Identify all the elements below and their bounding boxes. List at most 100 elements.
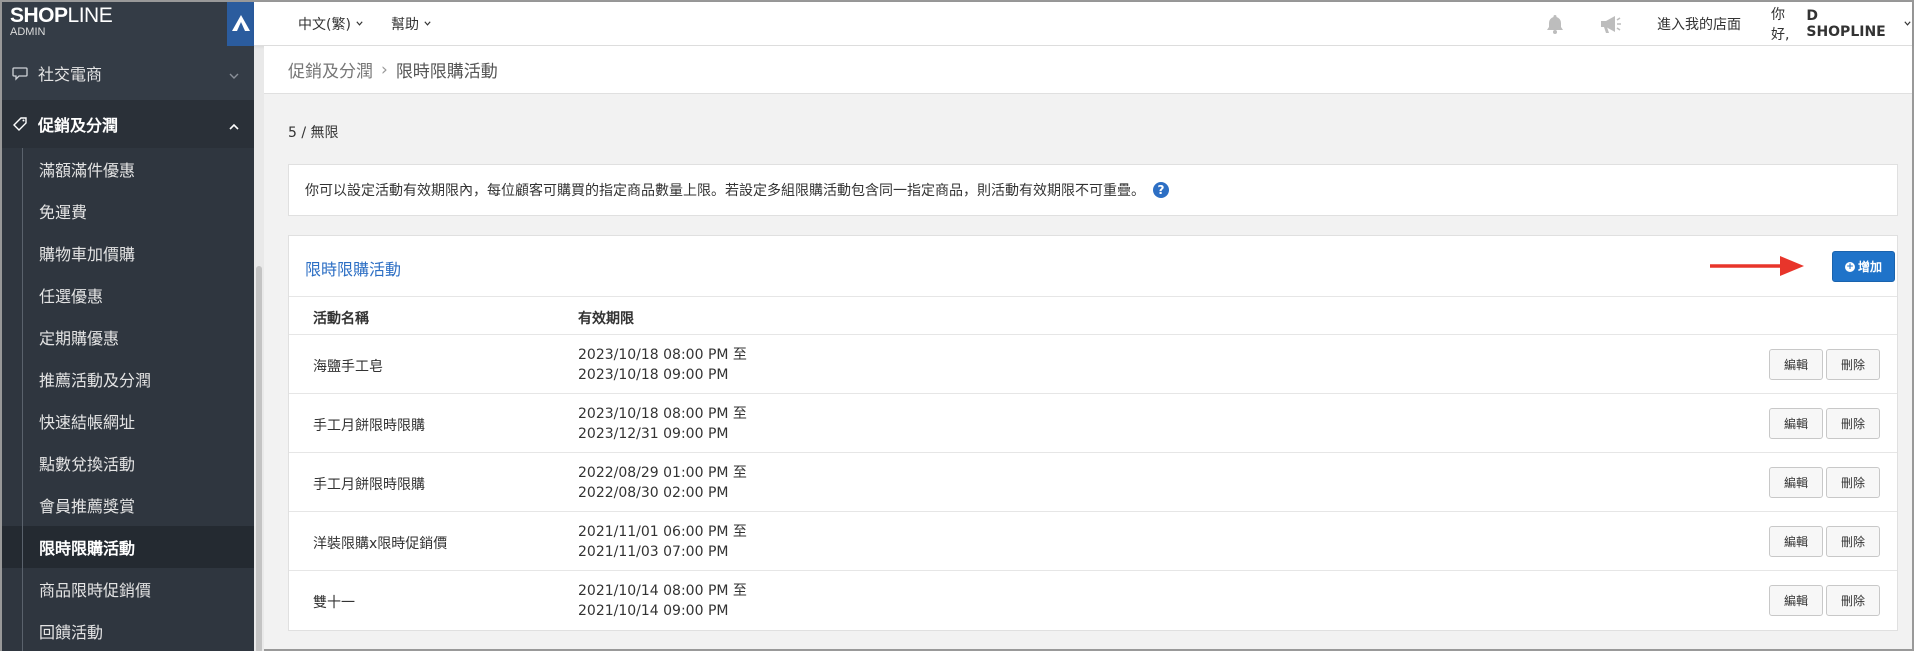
breadcrumb-separator-icon: › [381, 59, 388, 80]
table-row: 洋裝限購x限時促銷價 2021/11/01 06:00 PM 至 2021/11/… [289, 512, 1897, 571]
sidebar-item-member-referral[interactable]: 會員推薦獎賞 [2, 484, 254, 526]
edit-button[interactable]: 編輯 [1769, 467, 1823, 498]
shopline-logo[interactable]: SHOPLINE ADMIN [10, 4, 113, 38]
sidebar-item-threshold-discount[interactable]: 滿額滿件優惠 [2, 148, 254, 190]
sidebar-item-label: 任選優惠 [39, 287, 104, 306]
campaign-name: 手工月餅限時限購 [313, 477, 425, 493]
breadcrumb: 促銷及分潤 › 限時限購活動 [264, 46, 1912, 94]
sidebar-item-express-checkout[interactable]: 快速結帳網址 [2, 400, 254, 442]
sidebar-item-label: 會員推薦獎賞 [39, 497, 136, 516]
user-name: D SHOPLINE [1806, 8, 1886, 40]
table-row: 雙十一 2021/10/14 08:00 PM 至 2021/10/14 09:0… [289, 571, 1897, 630]
sidebar-item-cart-addon[interactable]: 購物車加價購 [2, 232, 254, 274]
edit-button[interactable]: 編輯 [1769, 408, 1823, 439]
chevron-down-icon [228, 67, 240, 86]
chevron-down-icon [1903, 16, 1912, 32]
campaign-quota: 5 / 無限 [288, 125, 339, 141]
period-end: 2022/08/30 02:00 PM [578, 485, 729, 501]
period-end: 2021/10/14 09:00 PM [578, 603, 729, 619]
chevron-up-icon [228, 118, 240, 137]
edit-button[interactable]: 編輯 [1769, 526, 1823, 557]
bell-icon[interactable] [1544, 13, 1566, 39]
column-header-name: 活動名稱 [313, 311, 369, 327]
edit-button[interactable]: 編輯 [1769, 349, 1823, 380]
chevron-down-icon [423, 16, 432, 32]
table-row: 海鹽手工皂 2023/10/18 08:00 PM 至 2023/10/18 09… [289, 335, 1897, 394]
panel-header: 限時限購活動 + 增加 [289, 236, 1897, 297]
top-bar: 中文(繁) 幫助 進入我的店面 你好, D SHOPLINE [254, 2, 1912, 46]
sidebar-item-label: 推薦活動及分潤 [39, 371, 152, 390]
add-button-label: 增加 [1857, 260, 1882, 274]
delete-button[interactable]: 刪除 [1826, 585, 1880, 616]
table-header: 活動名稱 有效期限 [289, 297, 1897, 335]
sidebar-item-label: 點數兌換活動 [39, 455, 136, 474]
campaign-period: 2021/10/14 08:00 PM 至 2021/10/14 09:00 PM [578, 581, 747, 621]
language-dropdown[interactable]: 中文(繁) [298, 2, 364, 46]
breadcrumb-parent-link[interactable]: 促銷及分潤 [288, 57, 373, 82]
sidebar-item-label: 免運費 [39, 203, 88, 222]
question-help-icon[interactable]: ? [1153, 182, 1169, 198]
chevron-down-icon [355, 16, 364, 32]
delete-button[interactable]: 刪除 [1826, 467, 1880, 498]
enter-store-label: 進入我的店面 [1657, 17, 1741, 33]
sidebar-item-subscription-discount[interactable]: 定期購優惠 [2, 316, 254, 358]
sidebar-item-limited-purchase[interactable]: 限時限購活動 [2, 526, 254, 568]
campaign-period: 2022/08/29 01:00 PM 至 2022/08/30 02:00 PM [578, 463, 747, 503]
sidebar-item-label: 限時限購活動 [39, 539, 136, 558]
logo-brand-bold: SHOP [10, 4, 68, 27]
sidebar-item-referral-commission[interactable]: 推薦活動及分潤 [2, 358, 254, 400]
sidebar-item-flash-price[interactable]: 商品限時促銷價 [2, 568, 254, 610]
main-content: 促銷及分潤 › 限時限購活動 5 / 無限 你可以設定活動有效期限內，每位顧客可… [264, 46, 1912, 649]
sidebar-item-label: 滿額滿件優惠 [39, 161, 136, 180]
sidebar: SHOPLINE ADMIN 社交電商 促銷及分潤 滿額滿件優惠 免運費 購物車… [2, 2, 254, 651]
sidebar-item-bundle-pricing[interactable]: 任選優惠 [2, 274, 254, 316]
campaign-name: 手工月餅限時限購 [313, 418, 425, 434]
campaign-period: 2021/11/01 06:00 PM 至 2021/11/03 07:00 PM [578, 522, 747, 562]
period-end: 2021/11/03 07:00 PM [578, 544, 729, 560]
help-label: 幫助 [391, 17, 419, 33]
sidebar-item-rebate-campaign[interactable]: 回饋活動 [2, 610, 254, 651]
campaign-period: 2023/10/18 08:00 PM 至 2023/12/31 09:00 PM [578, 404, 747, 444]
table-row: 手工月餅限時限購 2022/08/29 01:00 PM 至 2022/08/30… [289, 453, 1897, 512]
column-header-period: 有效期限 [578, 311, 634, 327]
megaphone-icon[interactable] [1598, 13, 1622, 39]
campaign-name: 海鹽手工皂 [313, 359, 383, 375]
delete-button[interactable]: 刪除 [1826, 349, 1880, 380]
sidebar-item-free-shipping[interactable]: 免運費 [2, 190, 254, 232]
sidebar-section-promotions[interactable]: 促銷及分潤 [2, 100, 254, 148]
limited-purchase-panel: 限時限購活動 + 增加 活動名稱 有效期限 海鹽手工皂 2023/10/18 0… [288, 235, 1898, 631]
table-row: 手工月餅限時限購 2023/10/18 08:00 PM 至 2023/12/31… [289, 394, 1897, 453]
plus-circle-icon: + [1844, 261, 1855, 272]
greeting-prefix: 你好, [1771, 7, 1790, 43]
sidebar-item-label: 商品限時促銷價 [39, 581, 152, 600]
chat-bubble-icon [12, 65, 28, 81]
logo-brand-light: LINE [67, 4, 113, 27]
sidebar-item-points-redemption[interactable]: 點數兌換活動 [2, 442, 254, 484]
sidebar-item-label: 快速結帳網址 [39, 413, 136, 432]
campaign-name: 雙十一 [313, 595, 355, 611]
period-start: 2021/11/01 06:00 PM 至 [578, 524, 747, 540]
delete-button[interactable]: 刪除 [1826, 526, 1880, 557]
sidebar-section-label: 社交電商 [38, 65, 103, 84]
period-start: 2023/10/18 08:00 PM 至 [578, 347, 747, 363]
sidebar-section-social-commerce[interactable]: 社交電商 [2, 46, 254, 100]
user-menu[interactable]: 你好, D SHOPLINE [1771, 2, 1912, 46]
scrollbar-thumb[interactable] [256, 266, 262, 651]
sidebar-promotions-list: 滿額滿件優惠 免運費 購物車加價購 任選優惠 定期購優惠 推薦活動及分潤 快速結… [2, 148, 254, 651]
sidebar-section-label: 促銷及分潤 [38, 116, 119, 135]
sidebar-item-label: 購物車加價購 [39, 245, 136, 264]
breadcrumb-current: 限時限購活動 [395, 62, 498, 82]
period-end: 2023/10/18 09:00 PM [578, 367, 729, 383]
period-end: 2023/12/31 09:00 PM [578, 426, 729, 442]
add-campaign-button[interactable]: + 增加 [1832, 251, 1895, 282]
mountain-logo-icon[interactable] [227, 2, 254, 46]
sidebar-scrollbar[interactable] [254, 46, 264, 651]
edit-button[interactable]: 編輯 [1769, 585, 1823, 616]
period-start: 2023/10/18 08:00 PM 至 [578, 406, 747, 422]
info-text: 你可以設定活動有效期限內，每位顧客可購買的指定商品數量上限。若設定多組限購活動包… [305, 183, 1145, 199]
help-dropdown[interactable]: 幫助 [391, 2, 432, 46]
enter-store-link[interactable]: 進入我的店面 [1657, 2, 1741, 46]
period-start: 2021/10/14 08:00 PM 至 [578, 583, 747, 599]
logo-subtitle: ADMIN [10, 26, 46, 38]
delete-button[interactable]: 刪除 [1826, 408, 1880, 439]
